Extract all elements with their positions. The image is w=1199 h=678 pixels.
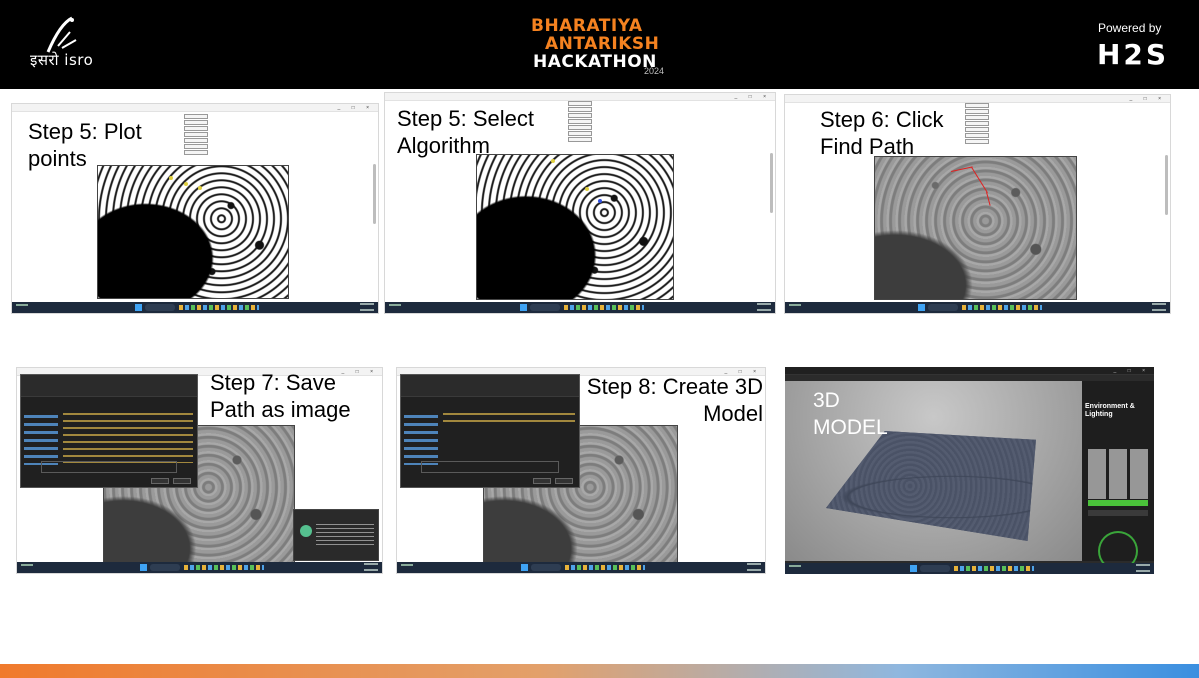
hackathon-logo: BHARATIYA ANTARIKSH HACKATHON 2024 [531, 14, 681, 80]
step-label: Step 5: Plot points [28, 119, 142, 171]
search-icon[interactable] [927, 304, 958, 311]
window-titlebar: _ □ × [785, 95, 1170, 103]
windows-start-icon[interactable] [521, 564, 528, 571]
hackathon-year: 2024 [644, 66, 665, 76]
app-menu-buttons [184, 114, 208, 155]
search-icon[interactable] [531, 564, 561, 571]
dialog-sidebar[interactable] [24, 415, 58, 465]
slide: इसरो isro BHARATIYA ANTARIKSH HACKATHON … [0, 0, 1199, 678]
dialog-address-bar[interactable] [401, 375, 579, 397]
file-name-field[interactable] [41, 461, 177, 473]
step-label: Step 7: Save Path as image [210, 370, 351, 422]
notification-text [316, 524, 374, 548]
hackathon-line-2: ANTARIKSH [545, 34, 660, 54]
sponsor-logo: H2S [1097, 38, 1170, 71]
windows-start-icon[interactable] [135, 304, 142, 311]
step-label: 3D MODEL [813, 389, 888, 439]
step-label: Step 5: Select Algorithm [397, 106, 534, 158]
file-name-field[interactable] [421, 461, 559, 473]
dialog-file-list[interactable] [63, 413, 193, 463]
app-menu-buttons [965, 103, 989, 144]
save-button[interactable] [533, 478, 551, 484]
isro-wordmark: इसरो isro [30, 51, 94, 69]
windows-start-icon[interactable] [520, 304, 527, 311]
search-icon[interactable] [530, 304, 560, 311]
window-titlebar: _ □ × [12, 104, 378, 112]
whatsapp-notification[interactable] [293, 509, 379, 561]
plot-point [598, 199, 602, 203]
taskbar [17, 562, 382, 573]
screenshot-panel-find-path: _ □ × Step 6: Click Find Path [784, 94, 1171, 314]
screenshot-panel-3d-model: _ □ × Environment & Lighting 3D MODEL [785, 367, 1154, 574]
windows-start-icon[interactable] [917, 304, 925, 311]
search-icon[interactable] [919, 565, 950, 572]
taskbar [785, 302, 1170, 313]
taskbar [397, 562, 765, 573]
save-settings-button[interactable] [1088, 500, 1148, 506]
bottom-gradient-bar [0, 664, 1199, 678]
taskbar [785, 563, 1154, 574]
scrollbar[interactable] [1165, 155, 1168, 215]
app-menu-buttons [568, 101, 592, 142]
lunar-image [97, 165, 289, 299]
hackathon-line-1: BHARATIYA [531, 16, 643, 36]
hackathon-line-3: HACKATHON [533, 52, 657, 72]
window-titlebar: _ □ × [785, 367, 1154, 375]
window-titlebar: _ □ × [385, 93, 775, 101]
plot-point [184, 182, 188, 186]
search-icon[interactable] [145, 304, 175, 311]
plot-point [198, 186, 202, 190]
dialog-address-bar[interactable] [21, 375, 197, 397]
windows-start-icon[interactable] [139, 564, 147, 571]
dialog-sidebar[interactable] [404, 415, 438, 465]
load-settings-button[interactable] [1088, 510, 1148, 516]
lunar-image [874, 156, 1077, 300]
cancel-button[interactable] [555, 478, 573, 484]
taskbar [12, 302, 378, 313]
windows-start-icon[interactable] [909, 565, 917, 572]
cancel-button[interactable] [173, 478, 191, 484]
taskbar [385, 302, 775, 313]
environment-title: Environment & Lighting [1085, 403, 1135, 418]
theme-grid[interactable] [1088, 449, 1148, 499]
save-file-dialog[interactable] [20, 374, 198, 488]
environment-panel: Environment & Lighting [1082, 381, 1154, 571]
step-label: Step 8: Create 3D Model [586, 374, 763, 426]
scrollbar[interactable] [373, 164, 376, 224]
search-icon[interactable] [149, 564, 180, 571]
terrain-mesh [826, 431, 1036, 541]
plot-point [551, 159, 555, 163]
step-label: Step 6: Click Find Path [820, 107, 944, 159]
save-button[interactable] [151, 478, 169, 484]
scrollbar[interactable] [770, 153, 773, 213]
whatsapp-icon [300, 525, 312, 537]
screenshot-panel-plot-points: _ □ × Step 5: Plot points [11, 103, 379, 314]
header-bar: इसरो isro BHARATIYA ANTARIKSH HACKATHON … [0, 0, 1199, 89]
screenshot-panel-create-3d: _ □ × Step 8: Create 3D Model [396, 367, 766, 574]
plot-point [169, 176, 173, 180]
plot-point [585, 187, 589, 191]
screenshot-panel-select-algorithm: _ □ × Step 5: Select Algorithm [384, 92, 776, 314]
powered-by-label: Powered by [1098, 21, 1162, 35]
save-file-dialog[interactable] [400, 374, 580, 488]
dialog-file-list[interactable] [443, 413, 575, 423]
lunar-image [476, 154, 674, 300]
